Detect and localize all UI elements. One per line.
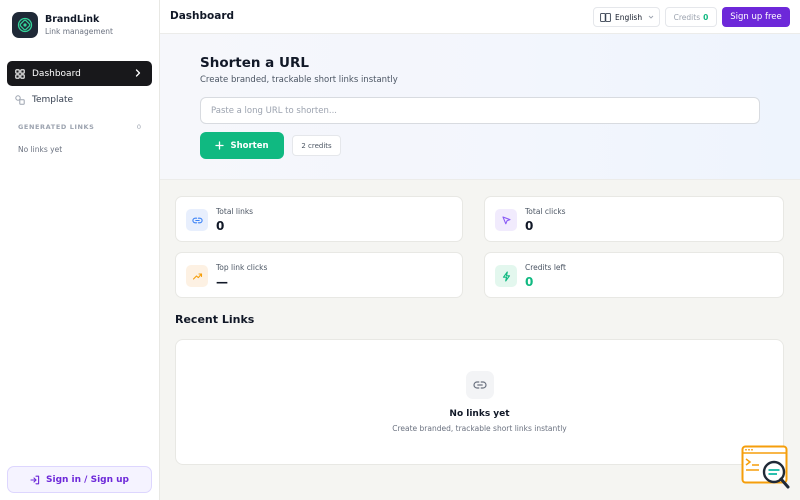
brand-name: BrandLink	[45, 13, 100, 25]
stat-value: 0	[525, 219, 534, 233]
lightning-icon	[495, 265, 517, 287]
stat-label: Total clicks	[525, 207, 566, 216]
sign-in-button[interactable]: Sign in / Sign up	[7, 466, 152, 493]
stat-label: Credits left	[525, 263, 566, 272]
credits-label: Credits	[673, 12, 701, 22]
chevron-down-icon	[648, 14, 654, 20]
brand-logo-icon	[12, 12, 38, 38]
stat-value: 0	[525, 275, 534, 289]
stat-value: 0	[216, 219, 225, 233]
language-label: English	[615, 12, 643, 22]
generated-links-header: GENERATED LINKS 0	[18, 123, 141, 131]
stat-card-top-link-clicks: Top link clicks —	[175, 252, 463, 298]
grid-icon	[15, 68, 25, 79]
sidebar-item-label: Dashboard	[32, 68, 81, 79]
sidebar: BrandLink Link management Dashboard Temp…	[0, 0, 160, 500]
top-header: Dashboard English Credits 0 Sign up free	[160, 0, 800, 34]
credits-cost-badge: 2 credits	[292, 135, 341, 156]
stat-label: Top link clicks	[216, 263, 268, 272]
language-selector[interactable]: English	[593, 7, 660, 27]
link-icon	[466, 371, 494, 399]
sidebar-item-dashboard[interactable]: Dashboard	[7, 61, 152, 86]
sign-in-icon	[30, 475, 40, 485]
recent-links-card: No links yet Create branded, trackable s…	[175, 339, 784, 465]
generated-links-title: GENERATED LINKS	[18, 123, 95, 131]
brand-subtitle: Link management	[45, 26, 113, 36]
generated-links-count: 0	[136, 123, 141, 131]
sign-up-button[interactable]: Sign up free	[722, 7, 790, 27]
link-icon	[186, 209, 208, 231]
sidebar-item-template[interactable]: Template	[7, 87, 152, 112]
brand[interactable]: BrandLink Link management	[12, 12, 113, 38]
cursor-click-icon	[495, 209, 517, 231]
stat-label: Total links	[216, 207, 254, 216]
sidebar-empty-text: No links yet	[18, 145, 63, 154]
book-icon	[600, 12, 611, 22]
credits-indicator: Credits 0	[665, 7, 717, 27]
help-widget-icon[interactable]	[741, 445, 791, 491]
hero-subtitle: Create branded, trackable short links in…	[200, 75, 398, 85]
shorten-button[interactable]: Shorten	[200, 132, 284, 159]
stat-card-credits-left: Credits left 0	[484, 252, 784, 298]
sidebar-item-label: Template	[32, 94, 74, 105]
stat-card-total-links: Total links 0	[175, 196, 463, 242]
shorten-label: Shorten	[230, 140, 269, 151]
sign-in-label: Sign in / Sign up	[46, 474, 129, 485]
recent-links-title: Recent Links	[175, 313, 255, 326]
chevron-right-icon	[133, 68, 143, 78]
shapes-icon	[15, 94, 25, 105]
trending-up-icon	[186, 265, 208, 287]
empty-state-title: No links yet	[449, 409, 510, 419]
plus-icon	[215, 141, 225, 150]
stat-card-total-clicks: Total clicks 0	[484, 196, 784, 242]
url-input[interactable]	[200, 97, 760, 124]
hero-title: Shorten a URL	[200, 55, 309, 71]
credits-value: 0	[703, 12, 709, 22]
page-title: Dashboard	[170, 10, 235, 22]
shorten-hero: Shorten a URL Create branded, trackable …	[160, 34, 800, 180]
empty-state-subtitle: Create branded, trackable short links in…	[392, 424, 567, 433]
stat-value: —	[216, 275, 228, 289]
